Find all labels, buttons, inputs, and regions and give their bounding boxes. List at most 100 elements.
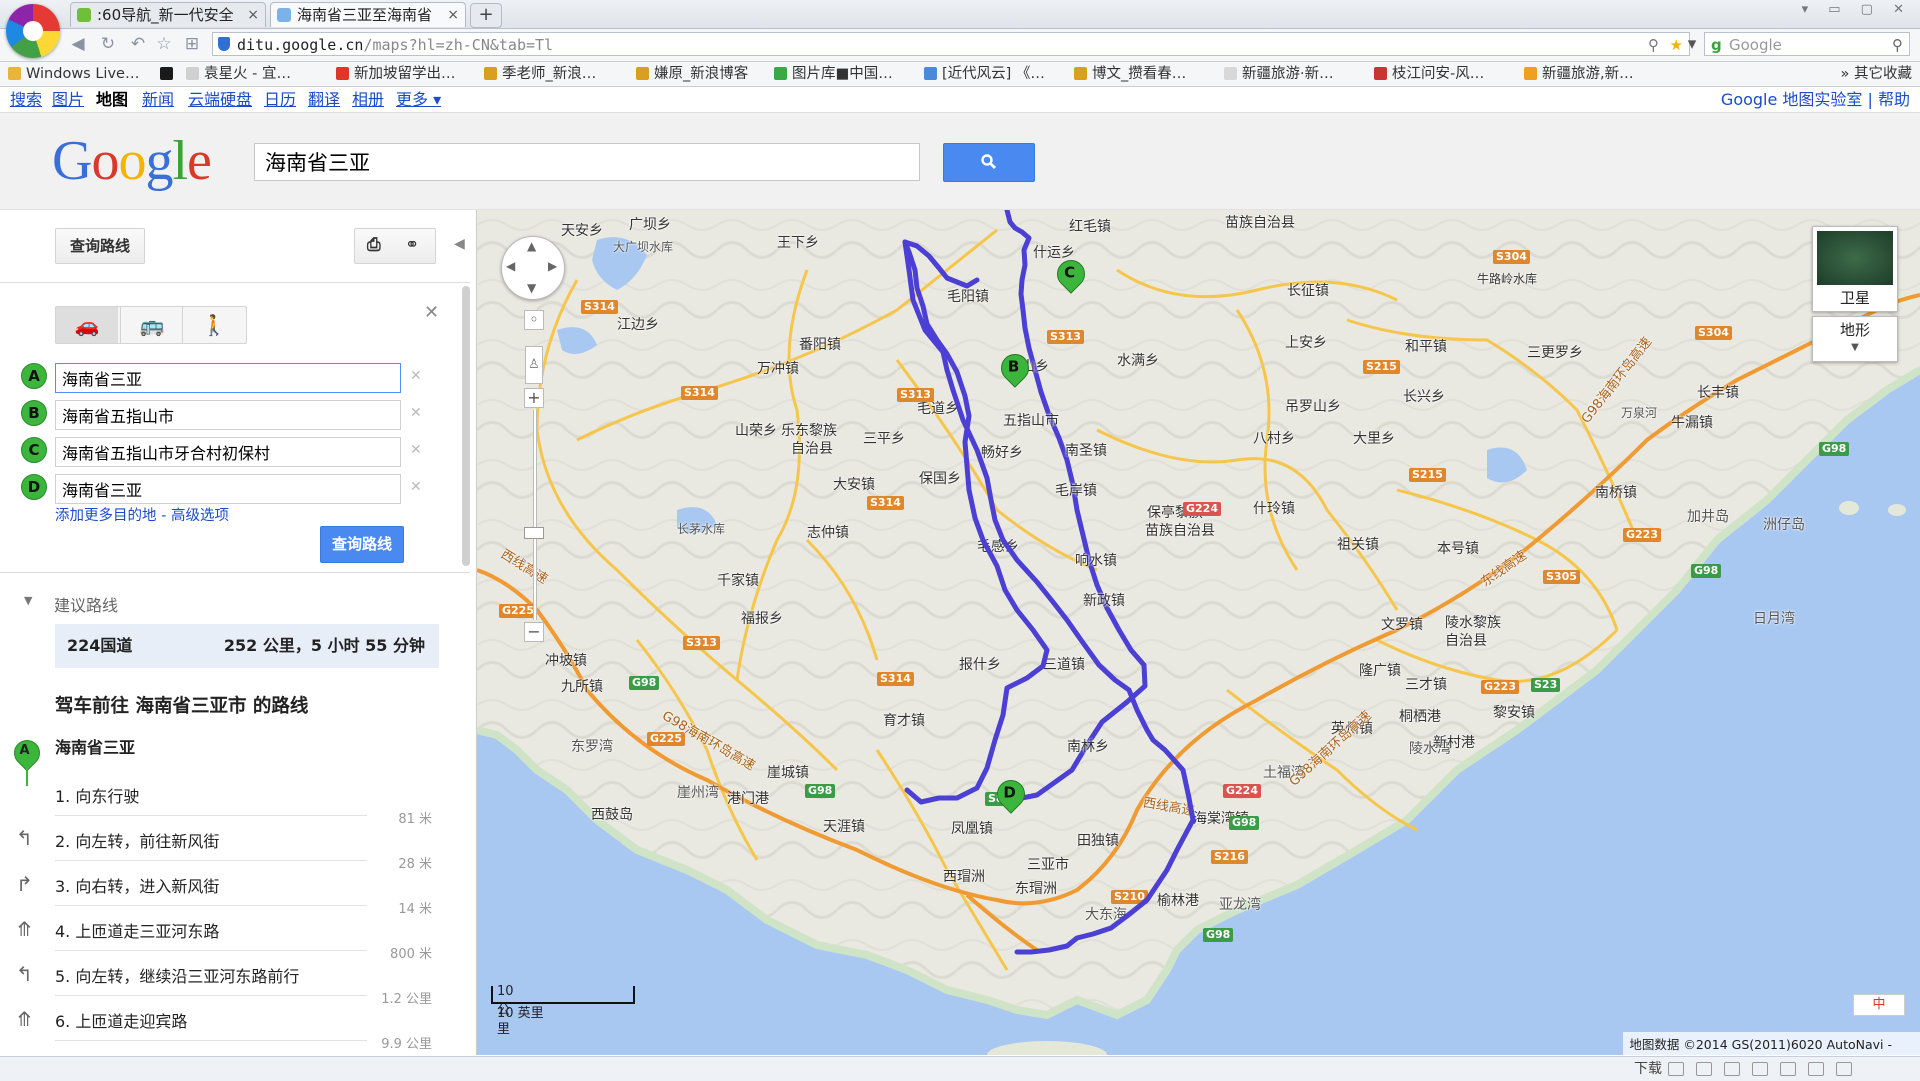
gbar-link-drive[interactable]: 云端硬盘 (188, 88, 252, 112)
download-label[interactable]: 下载 (1634, 1057, 1662, 1081)
maps-labs-help-links[interactable]: Google 地图实验室 | 帮助 (1721, 88, 1910, 112)
zoom-in-button[interactable]: + (524, 388, 544, 408)
gbar-link-images[interactable]: 图片 (52, 88, 84, 112)
zoom-out-button[interactable]: − (524, 622, 544, 642)
step-2[interactable]: 2. 向左转，前往新风街 (55, 828, 219, 852)
expand-triangle-icon[interactable]: ▼ (24, 594, 32, 607)
pan-down-icon[interactable]: ▼ (527, 281, 536, 295)
google-logo[interactable]: Google (52, 129, 212, 193)
bookmark-item[interactable]: 新疆旅游,新… (1524, 62, 1634, 86)
bookmark-item[interactable]: 季老师_新浪… (484, 62, 596, 86)
bookmark-item[interactable]: Windows Live… (8, 62, 139, 86)
terrain-label: 地形 (1839, 321, 1870, 339)
step-distance: 800 米 (390, 947, 432, 962)
bookmark-item[interactable]: 新加坡留学出… (336, 62, 456, 86)
step-1[interactable]: 1. 向东行驶 (55, 783, 139, 807)
status-icon[interactable] (1696, 1062, 1712, 1076)
bookmark-item[interactable]: 袁星火 - 宜… (186, 62, 291, 86)
reset-view-icon[interactable]: ◦ (524, 310, 544, 330)
get-directions-button[interactable]: 查询路线 (55, 228, 145, 264)
bookmark-item[interactable]: 新疆旅游·新… (1224, 62, 1334, 86)
search-button[interactable] (943, 143, 1035, 182)
address-bar[interactable]: ditu.google.cn/maps?hl=zh-CN&tab=Tl ⚲ ★ (212, 32, 1690, 56)
destination-b-input[interactable] (55, 400, 401, 430)
gbar-link-search[interactable]: 搜索 (10, 88, 42, 112)
status-icon[interactable] (1780, 1062, 1796, 1076)
print-icon[interactable]: ⎙ (367, 235, 381, 255)
satellite-toggle[interactable]: 卫星 (1812, 226, 1898, 312)
gbar-link-more[interactable]: 更多 ▾ (396, 88, 441, 112)
remove-destination-icon[interactable]: ✕ (410, 479, 422, 495)
new-tab-button[interactable]: + (470, 3, 502, 28)
zoom-icon[interactable]: ⚲ (1648, 33, 1659, 57)
dropdown-arrow-icon[interactable]: ▾ (1682, 34, 1702, 54)
gbar-link-translate[interactable]: 翻译 (308, 88, 340, 112)
favorite-star-icon[interactable]: ★ (1670, 33, 1683, 57)
step-divider (55, 815, 367, 816)
status-icon[interactable] (1808, 1062, 1824, 1076)
gbar-link-maps[interactable]: 地图 (96, 88, 128, 112)
pan-left-icon[interactable]: ◀ (506, 259, 515, 273)
start-location[interactable]: 海南省三亚 (55, 734, 135, 758)
maps-search-input[interactable] (254, 143, 920, 181)
map-canvas[interactable]: 天安乡 广坝乡 大广坝水库 王下乡 红毛镇 苗族自治县 什运乡 江边乡 番阳镇 … (477, 210, 1920, 1055)
grid-icon[interactable]: ⊞ (182, 34, 202, 54)
suggested-route[interactable]: 224国道 252 公里，5 小时 55 分钟 (55, 624, 439, 668)
pan-up-icon[interactable]: ▲ (527, 239, 536, 253)
bookmark-item[interactable]: 嫌原_新浪博客 (636, 62, 748, 86)
step-distance: 28 米 (398, 857, 432, 872)
transit-icon[interactable]: 🚌 (120, 307, 183, 343)
other-bookmarks[interactable]: » 其它收藏 (1841, 62, 1912, 86)
step-5[interactable]: 5. 向左转，继续沿三亚河东路前行 (55, 963, 299, 987)
search-icon[interactable]: ⚲ (1892, 33, 1903, 57)
car-icon[interactable]: 🚗 (56, 307, 118, 343)
collapse-panel-icon[interactable]: ◀ (454, 236, 465, 252)
close-icon[interactable]: × (447, 3, 459, 27)
status-icon[interactable] (1752, 1062, 1768, 1076)
status-icon[interactable] (1724, 1062, 1740, 1076)
browser-logo-icon[interactable] (6, 4, 60, 58)
bookmark-item[interactable]: [近代风云] 《… (924, 62, 1045, 86)
star-icon[interactable]: ☆ (154, 34, 174, 54)
tab-google-maps[interactable]: 海南省三亚至海南省 × (270, 2, 466, 27)
remove-destination-icon[interactable]: ✕ (410, 368, 422, 384)
step-6[interactable]: 6. 上匝道走迎宾路 (55, 1008, 187, 1032)
pan-control[interactable]: ▲ ▼ ◀ ▶ (501, 236, 565, 300)
panel-scrollbar[interactable] (462, 286, 470, 566)
bookmark-item[interactable]: 博文_攒看春… (1074, 62, 1186, 86)
back-icon[interactable]: ◀ (68, 34, 88, 54)
step-4[interactable]: 4. 上匝道走三亚河东路 (55, 918, 219, 942)
remove-destination-icon[interactable]: ✕ (410, 405, 422, 421)
undo-icon[interactable]: ↶ (128, 34, 148, 54)
remove-destination-icon[interactable]: ✕ (410, 442, 422, 458)
link-icon[interactable]: ⚭ (405, 235, 419, 255)
pan-right-icon[interactable]: ▶ (548, 259, 557, 273)
step-3[interactable]: 3. 向右转，进入新风街 (55, 873, 219, 897)
refresh-icon[interactable]: ↻ (98, 34, 118, 54)
walk-icon[interactable]: 🚶 (182, 307, 245, 343)
zoom-slider-knob[interactable] (524, 527, 544, 539)
gbar-link-photos[interactable]: 相册 (352, 88, 384, 112)
bookmark-item[interactable]: 图片库■中国… (774, 62, 893, 86)
ime-indicator[interactable]: 中 (1853, 994, 1905, 1016)
gbar-link-calendar[interactable]: 日历 (264, 88, 296, 112)
gbar-link-news[interactable]: 新闻 (142, 88, 174, 112)
status-icon[interactable] (1668, 1062, 1684, 1076)
destination-a-input[interactable] (55, 363, 401, 393)
tab-title: 海南省三亚至海南省 (297, 6, 433, 24)
window-controls[interactable]: ▾ ▭ ▢ ✕ (1802, 2, 1912, 17)
close-icon[interactable]: ✕ (424, 302, 439, 323)
step-distance: 81 米 (398, 812, 432, 827)
pegman-icon[interactable]: ♙ (525, 346, 543, 384)
terrain-toggle[interactable]: 地形 ▼ (1812, 316, 1898, 362)
status-icon[interactable] (1836, 1062, 1852, 1076)
destination-d-input[interactable] (55, 474, 401, 504)
destination-c-input[interactable] (55, 437, 401, 467)
zoom-slider-track[interactable] (533, 410, 537, 620)
close-icon[interactable]: × (247, 3, 259, 27)
tab-360-nav[interactable]: :60导航_新一代安全 × (70, 2, 266, 27)
add-destination-link[interactable]: 添加更多目的地 - 高级选项 (55, 504, 229, 525)
bookmark-item[interactable]: 枝江问安-风… (1374, 62, 1484, 86)
browser-search-box[interactable]: g Google ⚲ (1704, 32, 1910, 56)
search-route-button[interactable]: 查询路线 (320, 526, 404, 563)
